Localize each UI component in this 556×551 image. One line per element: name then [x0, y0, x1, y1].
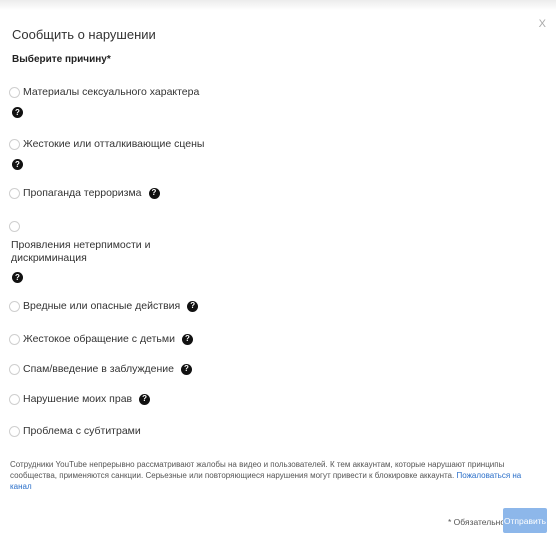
- help-icon[interactable]: ?: [12, 272, 23, 283]
- top-shade: [0, 0, 556, 10]
- option-rights-infringement[interactable]: Нарушение моих прав ?: [9, 393, 151, 405]
- radio-button[interactable]: [9, 300, 20, 312]
- help-icon[interactable]: ?: [181, 333, 193, 345]
- option-child-abuse[interactable]: Жестокое обращение с детьми ?: [9, 333, 193, 345]
- help-icon[interactable]: ?: [12, 107, 23, 118]
- option-label: Проблема с субтитрами: [23, 425, 141, 437]
- option-label: Вредные или опасные действия: [23, 300, 181, 312]
- required-note: * Обязательно: [448, 517, 506, 527]
- option-label: Пропаганда терроризма: [23, 187, 142, 199]
- footer-note: Сотрудники YouTube непрерывно рассматрив…: [10, 459, 545, 492]
- radio-button[interactable]: [9, 363, 20, 375]
- option-label: Жестокие или отталкивающие сцены: [23, 138, 205, 150]
- radio-button[interactable]: [9, 187, 20, 199]
- radio-button[interactable]: [9, 86, 20, 98]
- option-label: Спам/введение в заблуждение: [23, 363, 174, 375]
- option-terrorism[interactable]: Пропаганда терроризма ?: [9, 187, 160, 199]
- option-hate-speech[interactable]: Проявления нетерпимости и дискриминация: [11, 239, 181, 265]
- submit-button[interactable]: Отправить: [503, 508, 547, 533]
- help-icon[interactable]: ?: [12, 159, 23, 170]
- radio-button[interactable]: [9, 425, 20, 437]
- help-icon[interactable]: ?: [148, 187, 160, 199]
- option-harmful-acts[interactable]: Вредные или опасные действия ?: [9, 300, 199, 312]
- option-label: Материалы сексуального характера: [23, 86, 200, 98]
- help-icon[interactable]: ?: [139, 393, 151, 405]
- radio-button[interactable]: [9, 138, 20, 150]
- option-label: Проявления нетерпимости и дискриминация: [11, 239, 151, 264]
- option-violent-content[interactable]: Жестокие или отталкивающие сцены: [9, 138, 204, 150]
- option-label: Жестокое обращение с детьми: [23, 333, 175, 345]
- close-button[interactable]: X: [539, 18, 546, 30]
- report-dialog: X Сообщить о нарушении Выберите причину*…: [0, 0, 556, 551]
- radio-button[interactable]: [9, 221, 20, 232]
- help-icon[interactable]: ?: [180, 363, 192, 375]
- option-spam[interactable]: Спам/введение в заблуждение ?: [9, 363, 192, 375]
- footer-text: Сотрудники YouTube непрерывно рассматрив…: [10, 460, 505, 480]
- option-captions-issue[interactable]: Проблема с субтитрами: [9, 425, 141, 437]
- option-sexual-content[interactable]: Материалы сексуального характера: [9, 86, 199, 98]
- help-icon[interactable]: ?: [187, 300, 199, 312]
- radio-button[interactable]: [9, 333, 20, 345]
- reason-heading: Выберите причину*: [12, 54, 111, 65]
- dialog-title: Сообщить о нарушении: [12, 27, 156, 42]
- option-label: Нарушение моих прав: [23, 393, 133, 405]
- radio-button[interactable]: [9, 393, 20, 405]
